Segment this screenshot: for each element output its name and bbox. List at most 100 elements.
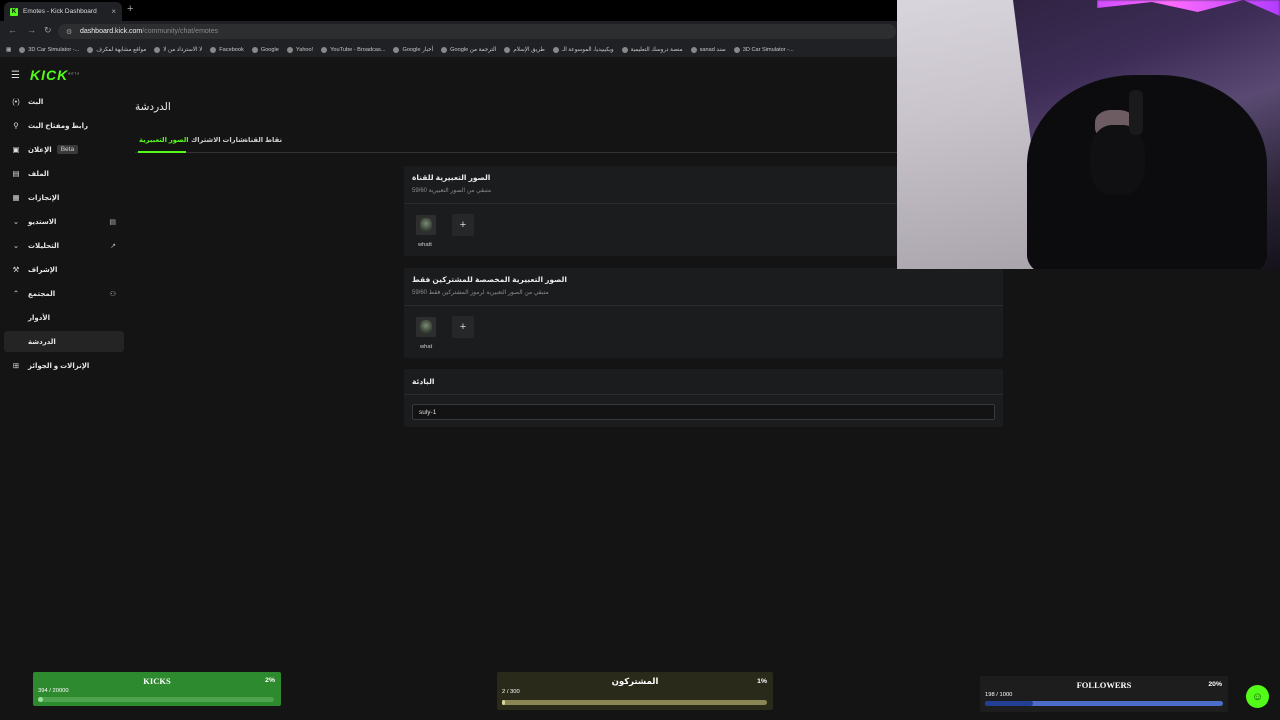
emote-image	[420, 320, 432, 334]
chevron-down-icon: ⌄	[12, 217, 20, 226]
chevron-up-icon: ⌃	[12, 289, 20, 298]
bookmark-favicon-icon	[690, 46, 697, 53]
support-chat-button[interactable]: ☺	[1246, 685, 1269, 708]
webcam-person	[1027, 75, 1267, 269]
prefix-input[interactable]: suly-1	[412, 404, 995, 420]
chevron-down-icon: ⌄	[12, 241, 20, 250]
sidebar-item[interactable]: ▤ الملف	[4, 163, 124, 184]
sidebar-item-label: التحليلات	[28, 242, 59, 250]
bookmark-label: 3D Car Simulator -...	[28, 46, 80, 53]
new-tab-button[interactable]: +	[127, 3, 133, 15]
bookmark-item[interactable]: طريق الإسلام	[504, 46, 545, 53]
webcam-led-light	[1097, 0, 1280, 16]
bookmark-item[interactable]: Yahoo!	[286, 46, 313, 53]
emote-name: what	[420, 344, 433, 350]
apps-grid-icon[interactable]: ▦	[6, 47, 11, 53]
bookmark-favicon-icon	[552, 46, 559, 53]
sidebar-item[interactable]: (•) البث	[4, 91, 124, 112]
sidebar-item[interactable]: ⊞ الإنزالات و الجوائز	[4, 355, 124, 376]
tab-close-icon[interactable]: ×	[111, 7, 116, 16]
sidebar-item-label: المجتمع	[28, 290, 56, 298]
bookmark-label: YouTube - Broadcas...	[330, 46, 386, 53]
kick-favicon-icon: K	[10, 7, 18, 16]
sidebar-item-label: رابط ومفتاح البث	[28, 122, 88, 130]
emote-thumbnail[interactable]	[416, 215, 436, 235]
ad-icon: ▣	[12, 145, 20, 154]
bookmark-favicon-icon	[154, 46, 161, 53]
bookmark-label: لا الاسترداد من لا	[163, 46, 203, 53]
sidebar-item[interactable]: ▦ الإنجازات	[4, 187, 124, 208]
tab-sub-badges[interactable]: شارات الاشتراك	[191, 136, 245, 144]
widget-progress-track	[502, 700, 767, 705]
bookmark-item[interactable]: مواقع مشابهة لمكرف	[87, 46, 147, 53]
beta-badge: Beta	[56, 145, 79, 154]
reload-icon[interactable]: ↻	[44, 25, 52, 36]
bookmark-favicon-icon	[87, 46, 94, 53]
page-title: الدردشة	[135, 101, 171, 113]
bookmark-item[interactable]: YouTube - Broadcas...	[321, 46, 386, 53]
bookmark-favicon-icon	[393, 46, 400, 53]
sidebar-item-label: الملف	[28, 170, 49, 178]
bookmark-item[interactable]: 3D Car Simulator -...	[19, 46, 80, 53]
add-emote-button[interactable]: +	[452, 316, 474, 338]
sidebar-item[interactable]: الدردشة	[4, 331, 124, 352]
browser-tab[interactable]: K Emotes - Kick Dashboard ×	[4, 2, 122, 21]
bookmark-label: Google الترجمة من	[450, 46, 497, 53]
site-info-icon[interactable]: ⚙	[66, 28, 74, 36]
bookmark-item[interactable]: لا الاسترداد من لا	[154, 46, 203, 53]
sidebar-item[interactable]: ▣ الإعلان Beta	[4, 139, 124, 160]
bookmark-favicon-icon	[621, 46, 628, 53]
bookmark-favicon-icon	[441, 46, 448, 53]
broadcast-icon: (•)	[12, 97, 20, 106]
bookmark-label: Facebook	[219, 46, 244, 53]
bookmark-favicon-icon	[321, 46, 328, 53]
subscribers-goal-widget: المشتركون 1% 2 / 300	[497, 672, 773, 710]
hamburger-menu-icon[interactable]: ☰	[11, 70, 20, 81]
tab-channel-points[interactable]: نقاط القناة	[244, 136, 282, 144]
bookmark-label: Google	[260, 46, 279, 53]
sidebar-item[interactable]: ⚲ رابط ومفتاح البث	[4, 115, 124, 136]
emote-name: whatt	[418, 242, 432, 248]
bookmark-label: مواقع مشابهة لمكرف	[96, 46, 147, 53]
bookmarks-bar: ▦ 3D Car Simulator -... مواقع مشابهة لمكرف…	[0, 42, 900, 57]
kick-logo[interactable]: KICKBETA	[30, 67, 80, 83]
bookmark-label: sanad سند	[699, 46, 726, 53]
forward-icon[interactable]: →	[27, 25, 36, 35]
emote-thumbnail[interactable]	[416, 317, 436, 337]
card-title: الصور التعبيرية المخصصة للمشتركين فقط	[412, 275, 567, 284]
bookmark-favicon-icon	[286, 46, 293, 53]
bookmark-item[interactable]: Facebook	[210, 46, 244, 53]
widget-count: 394 / 20000	[38, 688, 69, 694]
bookmark-favicon-icon	[251, 46, 258, 53]
subscriber-emotes-card: الصور التعبيرية المخصصة للمشتركين فقط مت…	[404, 268, 1003, 358]
bookmark-favicon-icon	[19, 46, 26, 53]
bookmark-item[interactable]: Google	[251, 46, 279, 53]
sidebar-item[interactable]: ⚒ الإشراف	[4, 259, 124, 280]
sidebar-section-icon: ▤	[109, 218, 116, 226]
logo-beta-badge: BETA	[68, 71, 81, 76]
widget-progress-track	[38, 697, 274, 702]
sidebar-item[interactable]: ⌄ الاستديو ▤	[4, 211, 124, 232]
bookmark-item[interactable]: sanad سند	[690, 46, 726, 53]
bookmark-item[interactable]: 3D Car Simulator -...	[733, 46, 794, 53]
back-icon[interactable]: ←	[8, 25, 17, 35]
webcam-mask	[1090, 125, 1145, 195]
followers-goal-widget: FOLLOWERS 20% 198 / 1000	[980, 676, 1228, 712]
sidebar-item[interactable]: ⌄ التحليلات ↗	[4, 235, 124, 256]
logo-text: KICK	[30, 67, 69, 83]
sidebar-item[interactable]: الأدوار	[4, 307, 124, 328]
bookmark-item[interactable]: Google أخبار	[393, 46, 434, 53]
sidebar-item[interactable]: ⌃ المجتمع ⚇	[4, 283, 124, 304]
bookmark-label: ويكيبيديا، الموسوعة الـ	[561, 46, 614, 53]
tab-emotes[interactable]: الصور التعبيرية	[139, 136, 189, 144]
tab-title: Emotes - Kick Dashboard	[23, 8, 97, 15]
bookmark-item[interactable]: ويكيبيديا، الموسوعة الـ	[552, 46, 614, 53]
url-input[interactable]: ⚙ dashboard.kick.com/community/chat/emot…	[58, 24, 896, 39]
widget-progress-fill	[985, 701, 1033, 706]
url-path: /community/chat/emotes	[142, 28, 219, 35]
add-emote-button[interactable]: +	[452, 214, 474, 236]
bookmark-item[interactable]: Google الترجمة من	[441, 46, 497, 53]
wrench-icon: ⚒	[12, 265, 20, 274]
bookmark-label: Google أخبار	[402, 46, 434, 53]
bookmark-item[interactable]: منصة دروسك التعليمية	[621, 46, 683, 53]
